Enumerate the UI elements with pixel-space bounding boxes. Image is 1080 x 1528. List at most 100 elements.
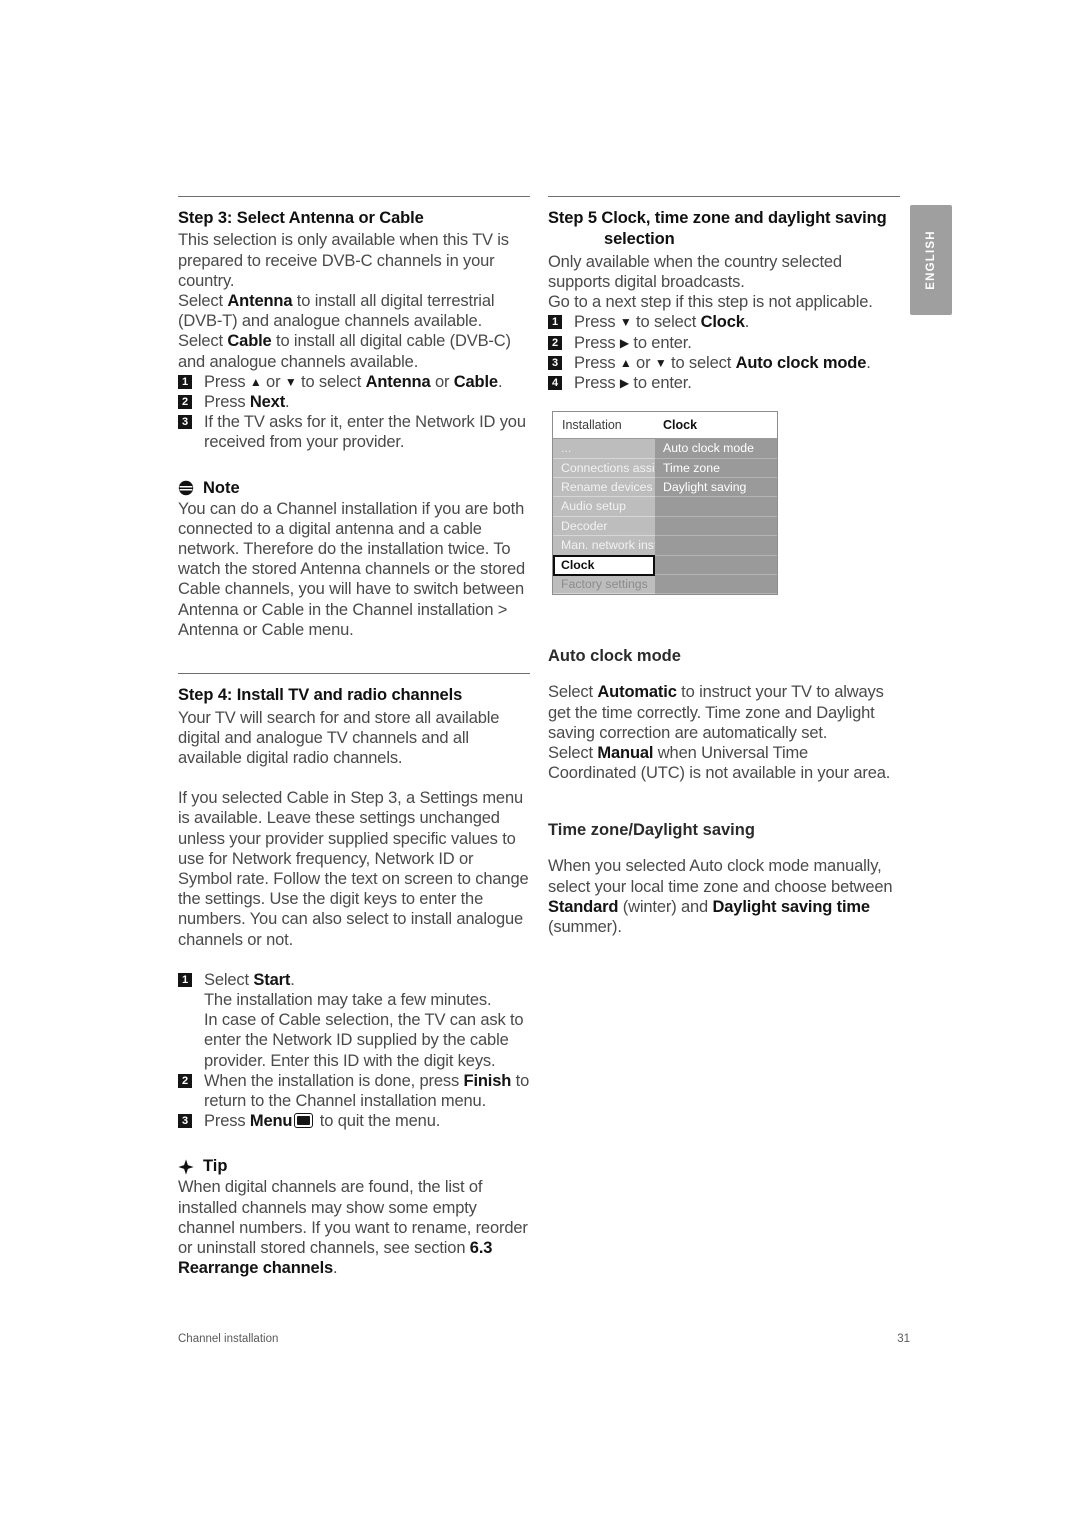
text-run: to select xyxy=(666,353,736,372)
list-sub-text-2: In case of Cable selection, the TV can a… xyxy=(204,1011,524,1070)
section-rule-step3 xyxy=(178,196,530,197)
note-text: You can do a Channel installation if you… xyxy=(178,499,526,639)
text-run: or xyxy=(261,372,285,391)
list-marker-1: 1 xyxy=(178,374,192,389)
section-rule-step4 xyxy=(178,673,530,675)
tv-menu-subitem-time-zone[interactable]: Time zone xyxy=(655,459,777,479)
list-marker-1: 1 xyxy=(548,315,562,330)
tv-menu-item-connections-assist[interactable]: Connections assist. xyxy=(553,459,655,479)
arrow-up-icon: ▲ xyxy=(249,374,262,389)
time-zone-title: Time zone/Daylight saving xyxy=(548,820,755,839)
emphasis-manual: Manual xyxy=(597,744,654,763)
text-run: to select xyxy=(631,313,701,332)
step3-instruction-list: 1 Press ▲ or ▼ to select Antenna or Cable… xyxy=(178,372,530,453)
footer-section-title: Channel installation xyxy=(178,1333,279,1345)
arrow-right-icon: ▶ xyxy=(619,335,629,350)
step5-title-line1: Step 5 Clock, time zone and daylight sav… xyxy=(548,209,887,227)
text-run: Press xyxy=(204,393,250,412)
tv-menu-subitem-empty xyxy=(655,536,777,556)
step4-title: Step 4: Install TV and radio channels xyxy=(178,686,463,705)
text-run: When you selected Auto clock mode manual… xyxy=(548,857,893,896)
text-run: Press xyxy=(574,374,620,393)
text-run: . xyxy=(333,1259,338,1278)
text-run: Select xyxy=(178,332,228,351)
emphasis-daylight-saving-time: Daylight saving time xyxy=(712,897,871,916)
tv-menu-item-audio-setup[interactable]: Audio setup xyxy=(553,497,655,517)
auto-clock-mode-title: Auto clock mode xyxy=(548,646,681,665)
tip-callout-header: Tip xyxy=(178,1157,530,1176)
tv-menu-subitem-daylight-saving[interactable]: Daylight saving xyxy=(655,478,777,498)
text-run: Select xyxy=(178,292,228,311)
step3-paragraph-1: This selection is only available when th… xyxy=(178,231,509,290)
tv-menu-item-clock-selected[interactable]: Clock xyxy=(553,554,655,577)
text-run: Press xyxy=(204,1112,250,1131)
text-run: . xyxy=(290,970,295,989)
emphasis-standard: Standard xyxy=(548,897,619,916)
list-item: 2 When the installation is done, press Fi… xyxy=(178,1071,530,1111)
tv-menu-screenshot: Installation Clock ... Connections assis… xyxy=(552,411,778,596)
note-icon xyxy=(178,480,194,496)
emphasis-cable: Cable xyxy=(227,332,272,351)
tv-menu-item-ellipsis[interactable]: ... xyxy=(553,439,655,459)
tv-menu-item-man-network-inst[interactable]: Man. network inst. xyxy=(553,536,655,556)
list-marker-3: 3 xyxy=(178,415,192,430)
arrow-right-icon: ▶ xyxy=(619,376,629,391)
step5-paragraph-2: Go to a next step if this step is not ap… xyxy=(548,293,873,312)
text-run: . xyxy=(866,353,871,372)
page-footer: Channel installation 31 xyxy=(178,1333,910,1345)
tv-menu-header: Installation Clock xyxy=(553,412,777,440)
arrow-down-icon: ▼ xyxy=(619,315,632,330)
text-run: Select xyxy=(548,744,598,763)
step4-paragraph-1: Your TV will search for and store all av… xyxy=(178,708,500,767)
text-run: Press xyxy=(204,372,250,391)
step5-instruction-list: 1 Press ▼ to select Clock. 2 Press ▶ to en… xyxy=(548,312,900,393)
emphasis-antenna: Antenna xyxy=(365,372,431,391)
text-run: to select xyxy=(296,372,366,391)
auto-clock-mode-paragraph-1: Select Automatic to instruct your TV to … xyxy=(548,682,900,743)
text-run: Select xyxy=(548,683,598,702)
tv-menu-subitem-empty xyxy=(655,497,777,517)
list-item: 1 Press ▼ to select Clock. xyxy=(548,312,900,332)
text-run: . xyxy=(744,313,750,332)
language-tab-label: ENGLISH xyxy=(925,230,937,290)
list-item: 1 Select Start. The installation may take… xyxy=(178,970,530,1071)
step4-instruction-list: 1 Select Start. The installation may take… xyxy=(178,970,530,1132)
document-page: Step 3: Select Antenna or Cable This sel… xyxy=(0,0,1080,1528)
list-sub-text-1: The installation may take a few minutes. xyxy=(204,990,492,1009)
text-run: When the installation is done, press xyxy=(204,1071,464,1090)
step5-title: Step 5 Clock, time zone and daylight sav… xyxy=(548,208,900,251)
step3-paragraph-2: Select Antenna to install all digital te… xyxy=(178,291,530,331)
tip-text: When digital channels are found, the lis… xyxy=(178,1177,530,1278)
text-run: . xyxy=(285,393,290,412)
right-column: Step 5 Clock, time zone and daylight sav… xyxy=(548,196,900,937)
tv-menu-body: ... Connections assist. Rename devices A… xyxy=(553,439,777,595)
menu-key-icon xyxy=(294,1113,314,1129)
arrow-down-icon: ▼ xyxy=(654,355,667,370)
list-marker-1: 1 xyxy=(178,972,192,987)
tv-menu-subitem-auto-clock-mode[interactable]: Auto clock mode xyxy=(655,439,777,459)
list-marker-4: 4 xyxy=(548,376,562,391)
list-marker-2: 2 xyxy=(548,335,562,350)
text-run: Press xyxy=(574,313,620,332)
emphasis-next: Next xyxy=(249,393,286,412)
text-run: (winter) and xyxy=(618,897,713,916)
text-run: or xyxy=(631,353,655,372)
text-run: (summer). xyxy=(548,918,622,937)
list-item: 4 Press ▶ to enter. xyxy=(548,373,900,393)
list-item: 3 Press ▲ or ▼ to select Auto clock mode. xyxy=(548,353,900,373)
tv-menu-left-list: ... Connections assist. Rename devices A… xyxy=(553,439,655,595)
language-tab: ENGLISH xyxy=(910,205,952,315)
tip-icon xyxy=(178,1159,194,1175)
list-marker-3: 3 xyxy=(548,355,562,370)
note-label: Note xyxy=(203,478,240,497)
emphasis-clock: Clock xyxy=(700,313,745,332)
tv-menu-item-decoder[interactable]: Decoder xyxy=(553,517,655,537)
text-run: to enter. xyxy=(628,374,692,393)
text-run: If the TV asks for it, enter the Network… xyxy=(204,413,526,452)
tv-menu-item-factory-settings[interactable]: Factory settings xyxy=(553,575,655,595)
emphasis-automatic: Automatic xyxy=(597,683,677,702)
arrow-up-icon: ▲ xyxy=(619,355,632,370)
arrow-down-icon: ▼ xyxy=(284,374,297,389)
tv-menu-item-rename-devices[interactable]: Rename devices xyxy=(553,478,655,498)
emphasis-finish: Finish xyxy=(463,1071,512,1090)
